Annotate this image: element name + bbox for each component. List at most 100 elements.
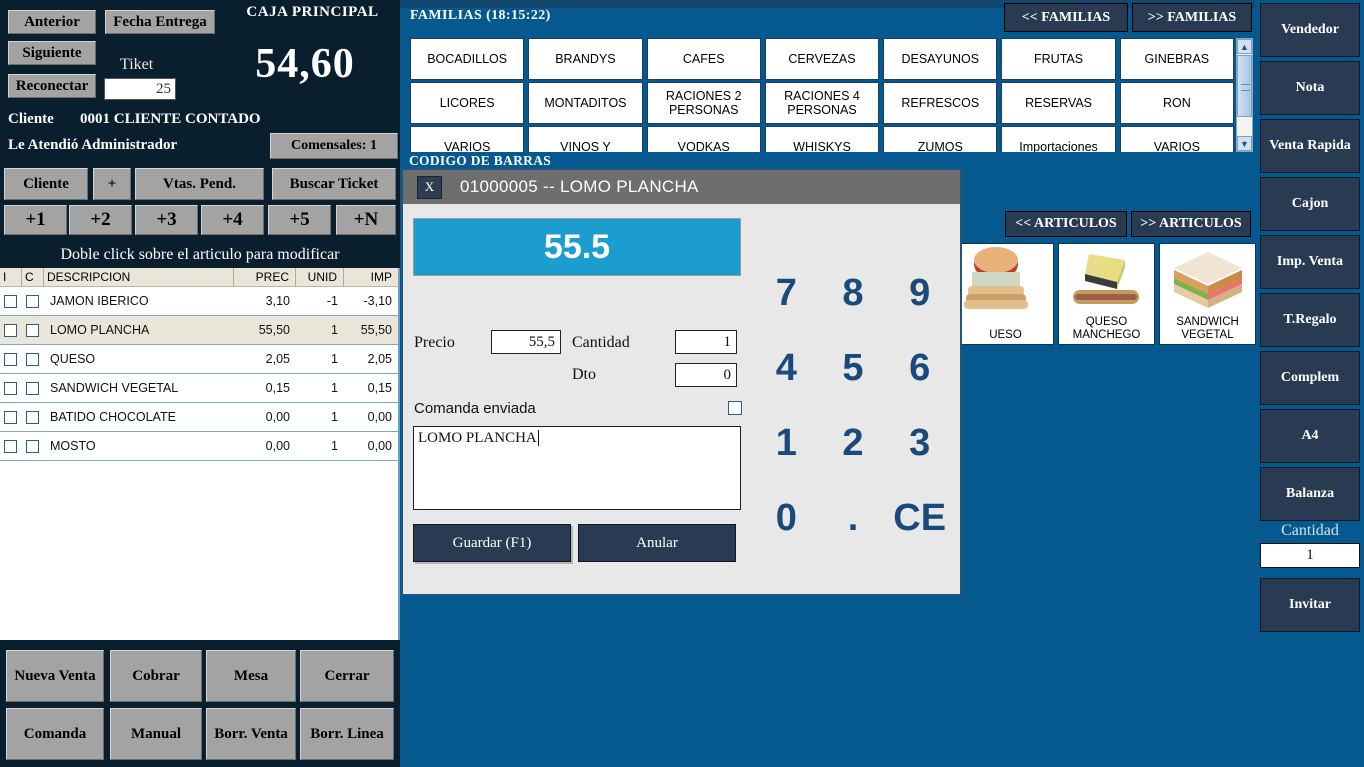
familia-cell[interactable]: VINOS Y [528,126,643,152]
sidebar-item-imp-venta[interactable]: Imp. Venta [1260,235,1360,289]
pending-sales-button[interactable]: Vtas. Pend. [135,168,264,200]
familia-cell[interactable]: BRANDYS [528,38,643,80]
keypad-key-4[interactable]: 4 [753,331,820,406]
quick-add-3-button[interactable]: +3 [135,205,198,235]
table-row[interactable]: MOSTO 0,00 1 0,00 [0,432,398,461]
sidebar-item-balanza[interactable]: Balanza [1260,467,1360,521]
keypad-key-ce[interactable]: CE [886,481,953,556]
keypad-key-3[interactable]: 3 [886,406,953,481]
scrollbar-thumb[interactable] [1237,55,1252,117]
keypad-key-6[interactable]: 6 [886,331,953,406]
sidebar-item-vendedor[interactable]: Vendedor [1260,3,1360,57]
invite-button[interactable]: Invitar [1260,578,1360,632]
row-checkbox-i[interactable] [0,432,22,460]
row-checkbox-i[interactable] [0,316,22,344]
familia-cell[interactable]: RESERVAS [1001,82,1116,124]
familia-cell[interactable]: RACIONES 2 PERSONAS [646,82,761,124]
quick-add-1-button[interactable]: +1 [4,205,67,235]
familia-cell[interactable]: VARIOS [410,126,525,152]
cancel-button[interactable]: Anular [578,524,736,562]
row-checkbox-i[interactable] [0,374,22,402]
new-sale-button[interactable]: Nueva Venta [6,650,104,702]
familia-cell[interactable]: REFRESCOS [883,82,998,124]
row-checkbox-c[interactable] [22,316,44,344]
keypad-key-dot[interactable]: . [820,481,887,556]
delivery-date-button[interactable]: Fecha Entrega [105,10,215,34]
close-button[interactable]: Cerrar [300,650,394,702]
familias-next-button[interactable]: >> FAMILIAS [1132,3,1252,32]
familias-scrollbar[interactable]: ▲ ▼ [1236,38,1253,152]
quantity-input[interactable]: 1 [675,330,737,354]
familia-cell[interactable]: RACIONES 4 PERSONAS [764,82,880,124]
ticket-number-input[interactable]: 25 [104,78,176,100]
order-button[interactable]: Comanda [6,708,104,760]
table-row[interactable]: LOMO PLANCHA 55,50 1 55,50 [0,316,398,345]
customer-button[interactable]: Cliente [4,168,88,200]
keypad-key-5[interactable]: 5 [820,331,887,406]
scroll-down-icon[interactable]: ▼ [1237,136,1252,151]
charge-button[interactable]: Cobrar [110,650,202,702]
sidebar-item-venta-rapida[interactable]: Venta Rapida [1260,119,1360,173]
close-icon[interactable]: X [417,175,442,199]
keypad-key-9[interactable]: 9 [886,256,953,331]
familia-cell[interactable]: RON [1119,82,1234,124]
sidebar-item-complem[interactable]: Complem [1260,351,1360,405]
reconnect-button[interactable]: Reconectar [8,74,96,98]
row-checkbox-c[interactable] [22,403,44,431]
previous-button[interactable]: Anterior [8,10,96,34]
quick-add-5-button[interactable]: +5 [268,205,331,235]
familia-cell[interactable]: VARIOS [1119,126,1234,152]
familia-cell[interactable]: CAFES [646,38,761,80]
articulo-card[interactable]: UESO [957,243,1054,345]
row-checkbox-c[interactable] [22,287,44,315]
row-checkbox-c[interactable] [22,374,44,402]
familia-cell[interactable]: WHISKYS [764,126,880,152]
row-checkbox-i[interactable] [0,403,22,431]
sidebar-item-nota[interactable]: Nota [1260,61,1360,115]
diners-button[interactable]: Comensales: 1 [270,133,398,159]
quick-add-2-button[interactable]: +2 [69,205,132,235]
table-button[interactable]: Mesa [206,650,296,702]
familia-cell[interactable]: LICORES [410,82,525,124]
familia-cell[interactable]: ZUMOS [883,126,998,152]
articulos-prev-button[interactable]: << ARTICULOS [1005,211,1127,237]
sidebar-quantity-input[interactable]: 1 [1260,543,1360,568]
quick-add-4-button[interactable]: +4 [201,205,264,235]
articulo-card[interactable]: SANDWICH VEGETAL [1159,243,1256,345]
familia-cell[interactable]: DESAYUNOS [883,38,998,80]
row-checkbox-c[interactable] [22,432,44,460]
discount-input[interactable]: 0 [675,363,737,387]
delete-line-button[interactable]: Borr. Linea [300,708,394,760]
familia-cell[interactable]: MONTADITOS [528,82,643,124]
familia-cell[interactable]: CERVEZAS [764,38,880,80]
familia-cell[interactable]: BOCADILLOS [410,38,525,80]
manual-button[interactable]: Manual [110,708,202,760]
keypad-key-0[interactable]: 0 [753,481,820,556]
articulo-card[interactable]: QUESO MANCHEGO [1058,243,1155,345]
familia-cell[interactable]: Importaciones [1001,126,1116,152]
keypad-key-7[interactable]: 7 [753,256,820,331]
search-ticket-button[interactable]: Buscar Ticket [272,168,396,200]
familia-cell[interactable]: VODKAS [646,126,761,152]
sidebar-item-a4[interactable]: A4 [1260,409,1360,463]
articulos-next-button[interactable]: >> ARTICULOS [1131,211,1251,237]
delete-sale-button[interactable]: Borr. Venta [206,708,296,760]
scroll-up-icon[interactable]: ▲ [1237,39,1252,54]
quick-add-n-button[interactable]: +N [336,205,396,235]
table-row[interactable]: JAMON IBERICO 3,10 -1 -3,10 [0,287,398,316]
order-sent-checkbox[interactable] [728,401,742,415]
table-row[interactable]: SANDWICH VEGETAL 0,15 1 0,15 [0,374,398,403]
table-row[interactable]: BATIDO CHOCOLATE 0,00 1 0,00 [0,403,398,432]
familias-prev-button[interactable]: << FAMILIAS [1004,3,1128,32]
keypad-key-8[interactable]: 8 [820,256,887,331]
next-button[interactable]: Siguiente [8,41,96,65]
price-input[interactable]: 55,5 [491,330,561,354]
save-button[interactable]: Guardar (F1) [413,524,571,562]
row-checkbox-i[interactable] [0,287,22,315]
keypad-key-2[interactable]: 2 [820,406,887,481]
add-customer-button[interactable]: + [93,168,131,200]
familia-cell[interactable]: GINEBRAS [1119,38,1234,80]
row-checkbox-i[interactable] [0,345,22,373]
row-checkbox-c[interactable] [22,345,44,373]
familia-cell[interactable]: FRUTAS [1001,38,1116,80]
